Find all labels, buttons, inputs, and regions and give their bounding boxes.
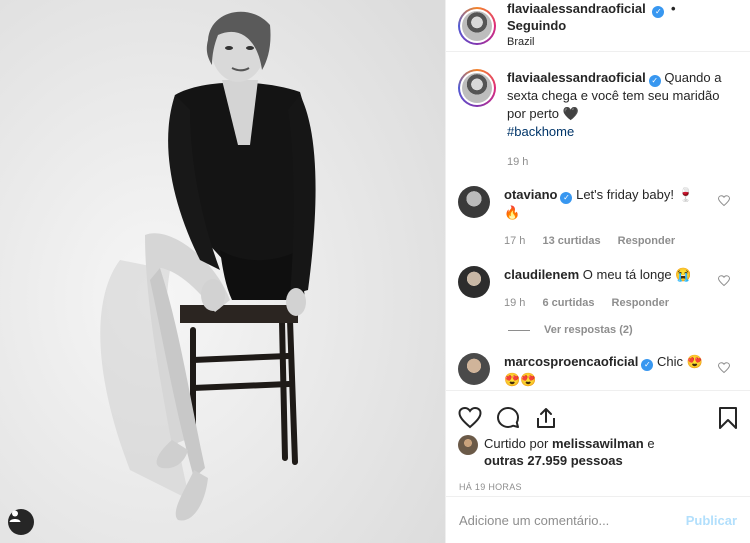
- liked-by-conj: e: [647, 436, 655, 451]
- separator-dot: •: [671, 1, 676, 16]
- verified-badge-icon: ✓: [560, 192, 573, 204]
- comment-likes[interactable]: 6 curtidas: [542, 297, 594, 309]
- like-comment-heart-icon[interactable]: [718, 362, 730, 374]
- comment-time[interactable]: 19 h: [504, 297, 525, 309]
- following-button[interactable]: Seguindo: [507, 18, 566, 33]
- like-comment-heart-icon[interactable]: [718, 275, 730, 287]
- comment-icon[interactable]: [496, 406, 520, 430]
- commenter-username[interactable]: otaviano: [504, 187, 557, 202]
- post-actions: Curtido por melissawilman e outras 27.95…: [446, 390, 750, 543]
- view-replies-button[interactable]: Ver respostas (2): [508, 324, 750, 336]
- verified-badge-icon: ✓: [648, 75, 661, 87]
- comment-item: otaviano ✓ Let's friday baby! 🍷🔥 17 h 13 …: [446, 186, 750, 250]
- caption-time[interactable]: 19 h: [507, 156, 528, 168]
- comment-likes[interactable]: 13 curtidas: [542, 235, 600, 247]
- post-caption: flaviaalessandraoficial ✓ Quando a sexta …: [446, 53, 750, 171]
- comment-item: claudilenem O meu tá longe 😭 19 h 6 curt…: [446, 266, 750, 312]
- bookmark-icon[interactable]: [718, 406, 738, 430]
- post-header: flaviaalessandraoficial ✓ • Seguindo Bra…: [446, 0, 750, 52]
- caption-author-username[interactable]: flaviaalessandraoficial: [507, 70, 646, 85]
- comment-time[interactable]: 17 h: [504, 235, 525, 247]
- photo-illustration: [0, 0, 445, 543]
- commenter-avatar[interactable]: [458, 353, 490, 385]
- commenter-username[interactable]: claudilenem: [504, 267, 579, 282]
- comment-text: O meu tá longe 😭: [582, 267, 692, 282]
- liked-by-prefix: Curtido por: [484, 436, 549, 451]
- commenter-username[interactable]: marcosproencaoficial: [504, 354, 638, 369]
- comment-item: marcosproencaoficial ✓ Chic 😍 😍😍: [446, 353, 750, 389]
- post-timestamp[interactable]: HÁ 19 HORAS: [446, 482, 750, 492]
- likes-summary: Curtido por melissawilman e outras 27.95…: [446, 435, 750, 469]
- post-location[interactable]: Brazil: [507, 34, 738, 50]
- heart-icon[interactable]: [458, 406, 482, 430]
- author-avatar[interactable]: [458, 6, 496, 45]
- post-photo[interactable]: [0, 0, 445, 543]
- reply-button[interactable]: Responder: [612, 297, 669, 309]
- view-replies-label: Ver respostas (2): [544, 324, 633, 336]
- verified-badge-icon: ✓: [652, 6, 665, 18]
- user-tag-icon[interactable]: [8, 509, 34, 535]
- add-comment-bar: Adicione um comentário... Publicar: [446, 496, 750, 543]
- verified-badge-icon: ✓: [641, 359, 654, 371]
- commenter-avatar[interactable]: [458, 186, 490, 218]
- reply-button[interactable]: Responder: [618, 235, 675, 247]
- person-icon: [9, 510, 21, 522]
- comment-input[interactable]: Adicione um comentário...: [459, 513, 609, 528]
- like-comment-heart-icon[interactable]: [718, 195, 730, 207]
- liker-username[interactable]: melissawilman: [552, 436, 644, 451]
- likes-others-count[interactable]: outras 27.959 pessoas: [484, 453, 623, 468]
- liker-avatar[interactable]: [458, 435, 478, 455]
- publish-button[interactable]: Publicar: [686, 513, 737, 528]
- commenter-avatar[interactable]: [458, 266, 490, 298]
- hashtag-link[interactable]: #backhome: [507, 124, 574, 139]
- post-side-panel: flaviaalessandraoficial ✓ • Seguindo Bra…: [445, 0, 750, 543]
- share-icon[interactable]: [534, 406, 558, 430]
- caption-author-avatar[interactable]: [458, 69, 496, 107]
- author-username[interactable]: flaviaalessandraoficial: [507, 1, 646, 16]
- comments-list[interactable]: flaviaalessandraoficial ✓ Quando a sexta …: [446, 53, 750, 390]
